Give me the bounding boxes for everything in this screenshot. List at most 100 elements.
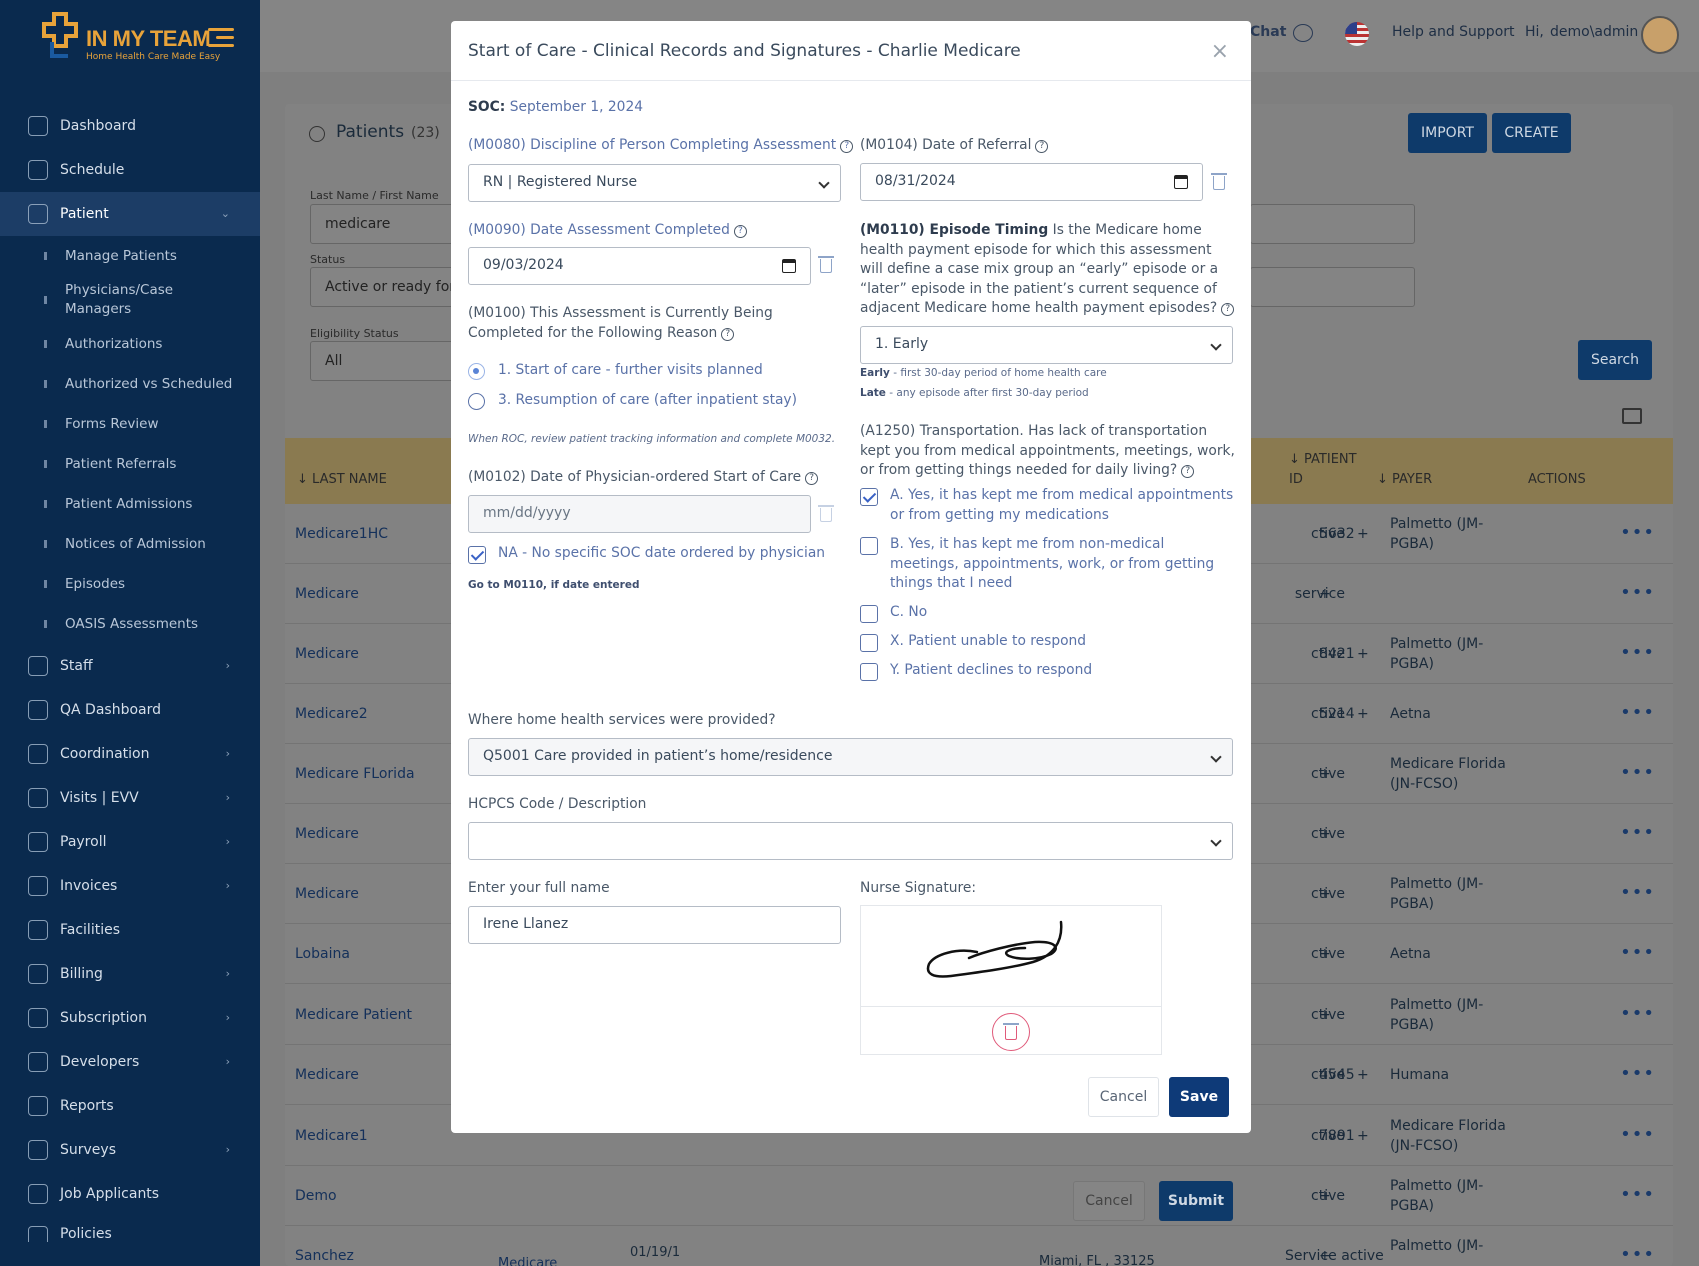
add-icon[interactable]: + — [1319, 1005, 1331, 1025]
add-icon[interactable]: + — [1357, 524, 1369, 544]
sidebar-item-dashboard[interactable]: Dashboard — [0, 104, 260, 148]
m0090-date-input[interactable]: 09/03/2024 — [468, 247, 811, 285]
a1250-checkbox-x[interactable] — [860, 634, 878, 652]
add-icon[interactable]: + — [1319, 884, 1331, 904]
sidebar-item-coordination[interactable]: Coordination › — [0, 732, 260, 776]
us-flag-icon[interactable] — [1345, 22, 1369, 46]
eligibility-filter-select[interactable]: All — [310, 341, 460, 381]
sidebar-item-qa-dashboard[interactable]: QA Dashboard — [0, 688, 260, 732]
behind-submit-button[interactable]: Submit — [1159, 1181, 1233, 1221]
m0100-opt3-label[interactable]: 3. Resumption of care (after inpatient s… — [498, 391, 797, 411]
a1250-checkbox-b[interactable] — [860, 537, 878, 555]
table-row[interactable]: Demo ctive + Palmetto (JM-PGBA) ••• — [285, 1166, 1673, 1226]
more-actions-icon[interactable]: ••• — [1620, 762, 1655, 783]
add-icon[interactable]: + — [1357, 704, 1369, 724]
sidebar-item-visits-evv[interactable]: Visits | EVV › — [0, 776, 260, 820]
fullname-input[interactable]: Irene Llanez — [468, 906, 841, 944]
help-circle-icon[interactable] — [733, 225, 747, 238]
sidebar-item-payroll[interactable]: Payroll › — [0, 820, 260, 864]
signature-pad[interactable] — [860, 905, 1162, 1055]
avatar[interactable] — [1641, 16, 1679, 54]
more-actions-icon[interactable]: ••• — [1620, 1184, 1655, 1205]
add-icon[interactable]: + — [1357, 1126, 1369, 1146]
add-icon[interactable]: + — [1319, 584, 1331, 604]
add-icon[interactable]: + — [1319, 1246, 1331, 1266]
sidebar-sub-forms-review[interactable]: Forms Review — [0, 404, 260, 444]
more-actions-icon[interactable]: ••• — [1620, 942, 1655, 963]
m0110-select[interactable]: 1. Early — [860, 326, 1233, 364]
sidebar-item-policies[interactable]: Policies — [0, 1216, 260, 1242]
trash-icon[interactable] — [818, 256, 834, 273]
sidebar-sub-authorizations[interactable]: Authorizations — [0, 324, 260, 364]
filter-select-right-2[interactable] — [1250, 267, 1415, 307]
clear-signature-button[interactable] — [992, 1013, 1030, 1051]
user-name[interactable]: demo\admin — [1550, 24, 1638, 40]
m0102-na-checkbox[interactable] — [468, 546, 486, 564]
trash-icon[interactable] — [818, 505, 834, 522]
more-actions-icon[interactable]: ••• — [1620, 882, 1655, 903]
add-icon[interactable]: + — [1357, 644, 1369, 664]
table-row[interactable]: Sanchez Service active + Palmetto (JM- ••• — [285, 1226, 1673, 1266]
more-actions-icon[interactable]: ••• — [1620, 1003, 1655, 1024]
sidebar-sub-authorized-vs-scheduled[interactable]: Authorized vs Scheduled — [0, 364, 260, 404]
help-circle-icon[interactable] — [1221, 303, 1235, 316]
chat-link[interactable]: Chat — [1250, 24, 1286, 40]
m0100-radio-resumption[interactable] — [468, 393, 485, 410]
add-icon[interactable]: + — [1357, 1065, 1369, 1085]
menu-toggle-icon[interactable] — [208, 28, 234, 48]
more-actions-icon[interactable]: ••• — [1620, 582, 1655, 603]
a1250-opt-x-label[interactable]: X. Patient unable to respond — [890, 632, 1086, 652]
calendar-icon[interactable] — [782, 259, 796, 273]
m0102-date-input[interactable]: mm/dd/yyyy — [468, 495, 811, 533]
sidebar-item-invoices[interactable]: Invoices › — [0, 864, 260, 908]
behind-cancel-button[interactable]: Cancel — [1073, 1181, 1145, 1221]
sidebar-sub-patient-admissions[interactable]: Patient Admissions — [0, 484, 260, 524]
m0102-na-label[interactable]: NA - No specific SOC date ordered by phy… — [498, 544, 825, 564]
print-icon[interactable] — [1622, 408, 1642, 424]
filter-select-right-1[interactable] — [1250, 204, 1415, 244]
more-actions-icon[interactable]: ••• — [1620, 1244, 1655, 1265]
more-actions-icon[interactable]: ••• — [1620, 1124, 1655, 1145]
sidebar-item-surveys[interactable]: Surveys › — [0, 1128, 260, 1172]
m0100-radio-start-of-care[interactable] — [468, 363, 485, 380]
a1250-checkbox-y[interactable] — [860, 663, 878, 681]
sidebar-item-schedule[interactable]: Schedule — [0, 148, 260, 192]
chat-bubble-icon[interactable] — [1293, 24, 1313, 42]
col-last-name[interactable]: ↓ LAST NAME — [297, 472, 387, 487]
a1250-opt-c-label[interactable]: C. No — [890, 603, 927, 623]
close-icon[interactable]: × — [1211, 39, 1229, 64]
help-circle-icon[interactable] — [1035, 140, 1049, 153]
name-filter-input[interactable]: medicare — [310, 204, 460, 244]
more-actions-icon[interactable]: ••• — [1620, 822, 1655, 843]
help-circle-icon[interactable] — [1181, 465, 1195, 478]
a1250-checkbox-a[interactable] — [860, 488, 878, 506]
more-actions-icon[interactable]: ••• — [1620, 702, 1655, 723]
more-actions-icon[interactable]: ••• — [1620, 642, 1655, 663]
a1250-opt-a-label[interactable]: A. Yes, it has kept me from medical appo… — [890, 486, 1235, 525]
sidebar-sub-patient-referrals[interactable]: Patient Referrals — [0, 444, 260, 484]
col-payer[interactable]: ↓ PAYER — [1377, 472, 1432, 487]
sidebar-sub-physicians[interactable]: Physicians/Case Managers — [0, 276, 260, 324]
m0080-select[interactable]: RN | Registered Nurse — [468, 164, 841, 202]
sidebar-item-patient[interactable]: Patient ⌄ — [0, 192, 260, 236]
m0104-date-input[interactable]: 08/31/2024 — [860, 163, 1203, 201]
help-support-link[interactable]: Help and Support — [1392, 24, 1515, 40]
sidebar-item-developers[interactable]: Developers › — [0, 1040, 260, 1084]
add-icon[interactable]: + — [1319, 1186, 1331, 1206]
more-actions-icon[interactable]: ••• — [1620, 1063, 1655, 1084]
add-icon[interactable]: + — [1319, 824, 1331, 844]
a1250-opt-y-label[interactable]: Y. Patient declines to respond — [890, 661, 1092, 681]
sidebar-sub-episodes[interactable]: Episodes — [0, 564, 260, 604]
add-icon[interactable]: + — [1319, 944, 1331, 964]
m0100-opt1-label[interactable]: 1. Start of care - further visits planne… — [498, 361, 763, 381]
sidebar-item-subscription[interactable]: Subscription › — [0, 996, 260, 1040]
where-select[interactable]: Q5001 Care provided in patient’s home/re… — [468, 738, 1233, 776]
sidebar-item-job-applicants[interactable]: Job Applicants — [0, 1172, 260, 1216]
a1250-checkbox-c[interactable] — [860, 605, 878, 623]
sidebar-item-billing[interactable]: Billing › — [0, 952, 260, 996]
add-icon[interactable]: + — [1319, 764, 1331, 784]
sidebar-sub-manage-patients[interactable]: Manage Patients — [0, 236, 260, 276]
sidebar-sub-oasis-assessments[interactable]: OASIS Assessments — [0, 604, 260, 644]
calendar-icon[interactable] — [1174, 175, 1188, 189]
cancel-button[interactable]: Cancel — [1088, 1077, 1159, 1117]
